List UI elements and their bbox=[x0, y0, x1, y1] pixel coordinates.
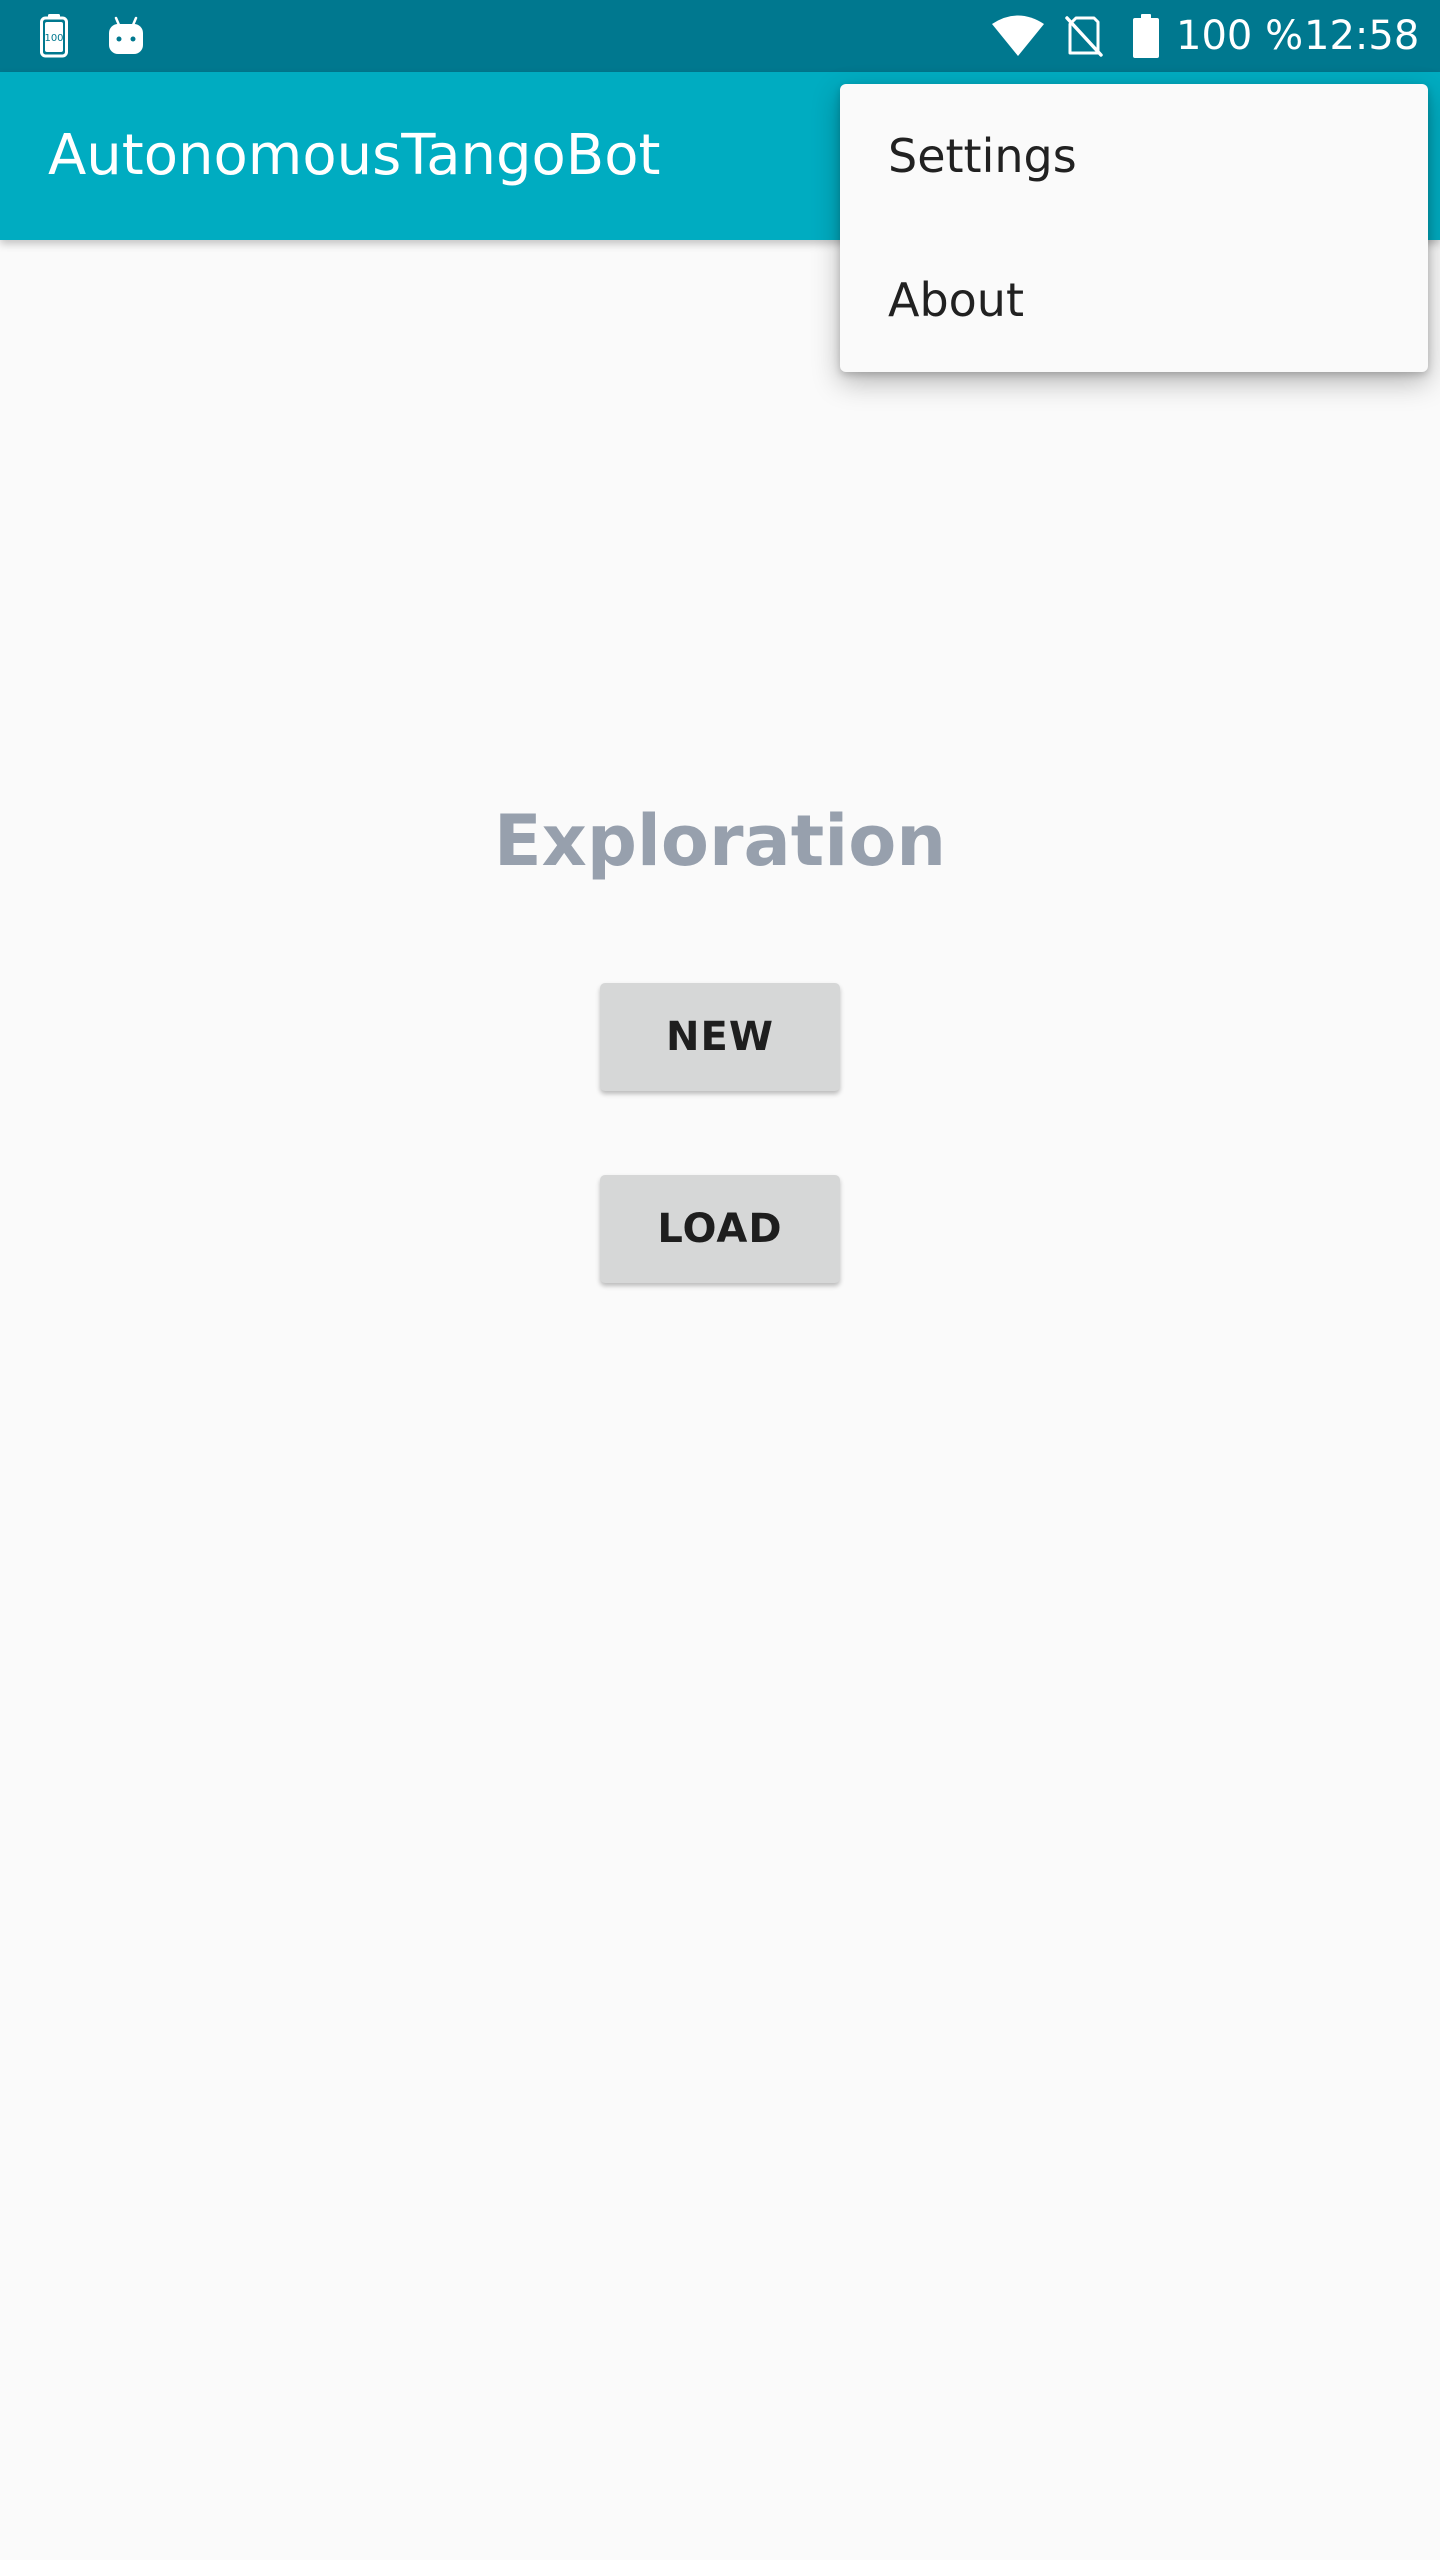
notification-badge-text: 100 bbox=[44, 33, 63, 44]
exploration-heading: Exploration bbox=[493, 800, 947, 882]
wifi-icon bbox=[990, 0, 1046, 72]
battery-percentage: 100 % bbox=[1176, 13, 1304, 59]
new-button[interactable]: NEW bbox=[600, 983, 840, 1091]
no-sim-icon bbox=[1062, 0, 1106, 72]
app-title: AutonomousTangoBot bbox=[48, 123, 661, 188]
menu-item-about[interactable]: About bbox=[840, 228, 1428, 372]
status-time: 12:58 bbox=[1304, 13, 1420, 59]
load-button[interactable]: LOAD bbox=[600, 1175, 840, 1283]
battery-100-notification-icon: 100 bbox=[36, 0, 72, 72]
android-robot-icon bbox=[104, 0, 148, 72]
battery-icon bbox=[1126, 0, 1166, 72]
menu-item-settings[interactable]: Settings bbox=[840, 84, 1428, 228]
overflow-popup-menu: Settings About bbox=[840, 84, 1428, 372]
status-bar: 100 100 % 12:58 bbox=[0, 0, 1440, 72]
